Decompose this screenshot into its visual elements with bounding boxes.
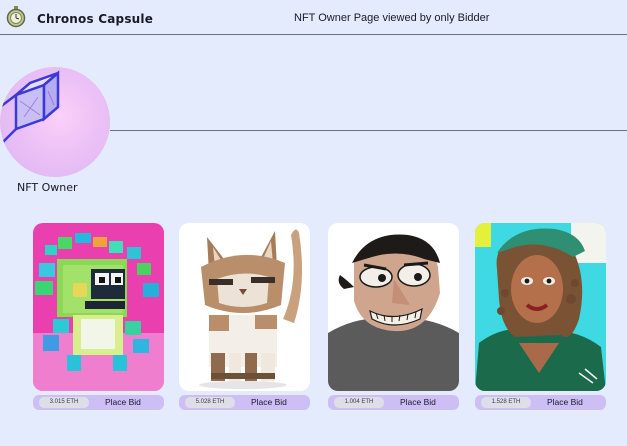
place-bid-button[interactable]: Place Bid [400, 395, 436, 410]
app-header: Chronos Capsule NFT Owner Page viewed by… [0, 0, 627, 35]
nft-image-cartoon-man[interactable] [328, 223, 459, 391]
header-divider [0, 34, 627, 35]
nft-image-pixel-creature[interactable] [33, 223, 164, 391]
nft-image-woman-portrait[interactable] [475, 223, 606, 391]
place-bid-button[interactable]: Place Bid [105, 395, 141, 410]
owner-label: NFT Owner [17, 181, 78, 194]
page-title: NFT Owner Page viewed by only Bidder [294, 12, 490, 24]
bid-bar: 1.528 ETH Place Bid [475, 395, 606, 410]
price-badge: 3.015 ETH [39, 397, 89, 408]
pocket-watch-icon[interactable] [6, 6, 26, 28]
place-bid-button[interactable]: Place Bid [251, 395, 287, 410]
price-badge: 1.528 ETH [481, 397, 531, 408]
bid-bar: 1.004 ETH Place Bid [328, 395, 459, 410]
nft-image-cat[interactable] [179, 223, 310, 391]
cube-avatar-icon [0, 70, 60, 146]
nft-card[interactable]: 3.015 ETH Place Bid [33, 223, 164, 410]
price-badge: 1.004 ETH [334, 397, 384, 408]
bid-bar: 5.028 ETH Place Bid [179, 395, 310, 410]
place-bid-button[interactable]: Place Bid [547, 395, 583, 410]
nft-card[interactable]: 1.528 ETH Place Bid [475, 223, 606, 410]
price-badge: 5.028 ETH [185, 397, 235, 408]
nft-card[interactable]: 1.004 ETH Place Bid [328, 223, 459, 410]
nft-card[interactable]: 5.028 ETH Place Bid [179, 223, 310, 410]
profile-divider [110, 130, 627, 131]
bid-bar: 3.015 ETH Place Bid [33, 395, 164, 410]
owner-avatar[interactable] [0, 67, 110, 177]
brand-name[interactable]: Chronos Capsule [37, 12, 153, 26]
